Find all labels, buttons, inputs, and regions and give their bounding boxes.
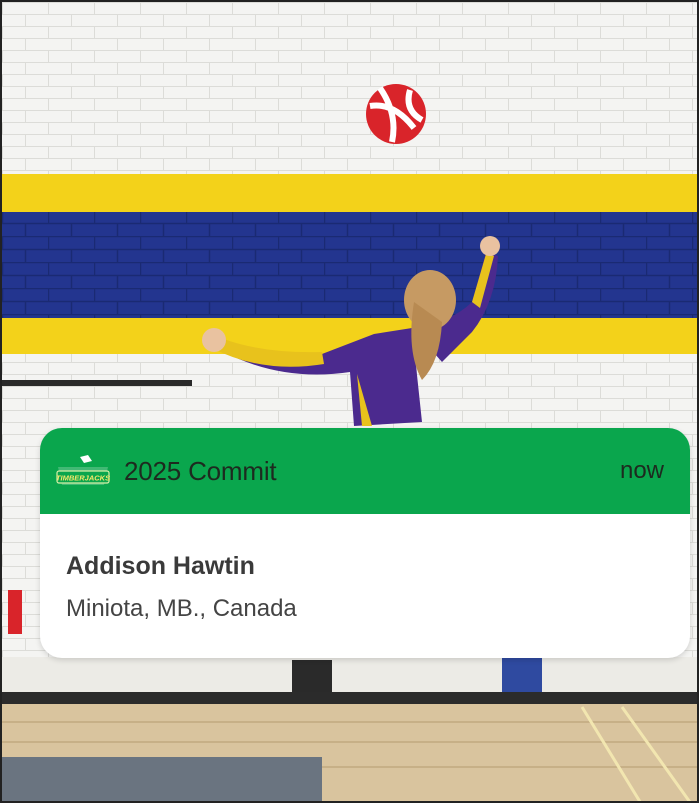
notification-category: 2025 Commit [124, 455, 277, 486]
background-photo [2, 2, 697, 801]
athlete-location: Miniota, MB., Canada [66, 595, 297, 622]
volleyball [366, 84, 426, 144]
notification-time: now [619, 457, 664, 484]
notification-body: Addison Hawtin Miniota, MB., Canada [40, 514, 690, 623]
notification-header: TIMBERJACKS 2025 Commit now [40, 428, 690, 514]
athlete-name: Addison Hawtin [66, 552, 255, 580]
svg-text:TIMBERJACKS: TIMBERJACKS [56, 474, 110, 483]
notification-card[interactable]: TIMBERJACKS 2025 Commit now Addison Hawt… [40, 428, 690, 658]
team-logo-icon: TIMBERJACKS [56, 455, 110, 485]
screenshot-frame: TIMBERJACKS 2025 Commit now Addison Hawt… [0, 0, 699, 803]
